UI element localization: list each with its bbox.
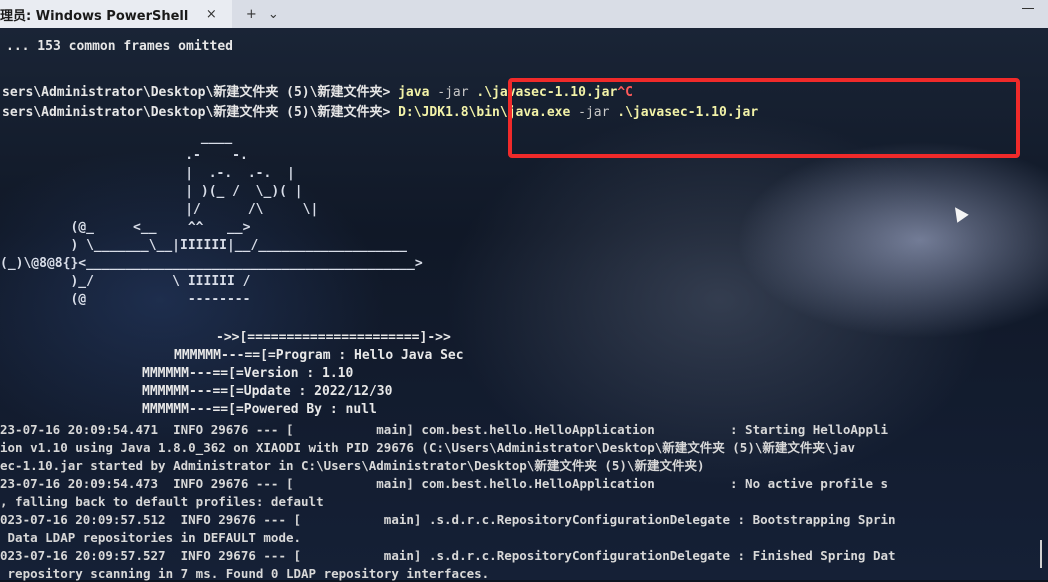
tab-dropdown-button[interactable]: ⌄ <box>262 7 284 22</box>
ascii-art-line: (@ -------- <box>0 292 251 307</box>
command-flag: -jar <box>429 85 477 100</box>
banner-line: MMMMMM---==[=Update : 2022/12/30 <box>142 384 393 399</box>
prompt-path: sers\Administrator\Desktop\新建文件夹 (5)\新建文… <box>2 85 399 100</box>
banner-line: ->>[======================]->> <box>216 330 451 345</box>
log-line: Data LDAP repositories in DEFAULT mode. <box>0 530 302 545</box>
ascii-art-line: |/ /\ \| <box>60 202 319 217</box>
log-line: ion v1.10 using Java 1.8.0_362 on XIAODI… <box>0 440 855 455</box>
ascii-art-line: (@_ <__ ^^ __> <box>0 220 251 235</box>
banner-line: MMMMMM---==[=Version : 1.10 <box>142 366 354 381</box>
ascii-art-line: ____ <box>60 130 233 145</box>
ascii-art-line: | .-. .-. | <box>60 166 295 181</box>
log-line: , falling back to default profiles: defa… <box>0 494 324 509</box>
frames-omitted-line: ... 153 common frames omitted <box>6 39 233 54</box>
tab-title: 理员: Windows PowerShell <box>0 8 189 24</box>
close-tab-icon[interactable]: × <box>200 7 222 22</box>
minimize-icon[interactable] <box>1022 8 1034 9</box>
log-line: 23-07-16 20:09:54.473 INFO 29676 --- [ m… <box>0 476 889 491</box>
terminal-scrollbar[interactable] <box>1040 540 1042 568</box>
ascii-art-line: ) \_______\__|IIIIII|__/________________… <box>0 238 407 253</box>
ascii-art-line: (_)\@8@8{}<_____________________________… <box>0 256 423 271</box>
log-line: 023-07-16 20:09:57.527 INFO 29676 --- [ … <box>0 548 896 563</box>
tab-powershell[interactable]: 理员: Windows PowerShell × <box>0 0 233 28</box>
red-highlight-annotation <box>508 78 1020 158</box>
ascii-art-line: )_/ \ IIIIII / <box>0 274 251 289</box>
new-tab-button[interactable]: + <box>240 7 262 22</box>
window-titlebar: 理员: Windows PowerShell × + ⌄ <box>0 0 1048 28</box>
command-exe: java <box>398 85 430 100</box>
ascii-art-line: .- -. <box>60 148 248 163</box>
ascii-art-line: | )(_ / \_)( | <box>60 184 303 199</box>
log-line: 023-07-16 20:09:57.512 INFO 29676 --- [ … <box>0 512 896 527</box>
banner-line: MMMMMM---==[=Powered By : null <box>142 402 377 417</box>
log-line: ec-1.10.jar started by Administrator in … <box>0 458 705 473</box>
log-line: 23-07-16 20:09:54.471 INFO 29676 --- [ m… <box>0 422 889 437</box>
banner-line: MMMMMM---==[=Program : Hello Java Sec <box>174 348 464 363</box>
prompt-path: sers\Administrator\Desktop\新建文件夹 (5)\新建文… <box>2 105 399 120</box>
